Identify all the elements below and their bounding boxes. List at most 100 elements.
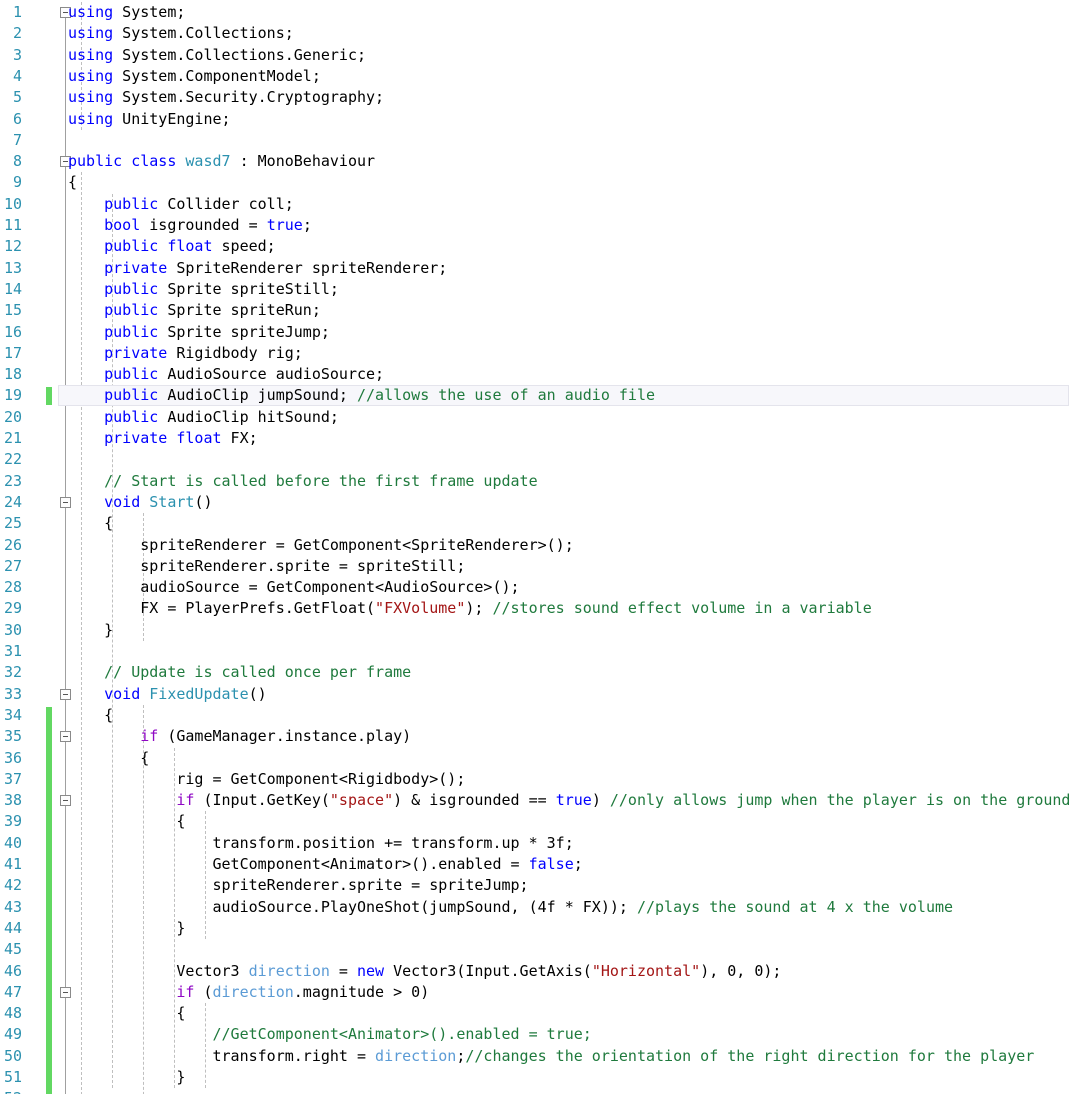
code-line[interactable]: 18 public AudioSource audioSource;	[0, 364, 1069, 385]
code-line[interactable]: 15 public Sprite spriteRun;	[0, 300, 1069, 321]
code-text[interactable]: public AudioClip jumpSound; //allows the…	[68, 385, 655, 406]
code-text[interactable]: // Update is called once per frame	[68, 662, 411, 683]
code-text[interactable]: GetComponent<Animator>().enabled = false…	[68, 854, 582, 875]
code-line[interactable]: 35 if (GameManager.instance.play)	[0, 726, 1069, 747]
code-line[interactable]: 52	[0, 1088, 1069, 1094]
code-line[interactable]: 48 {	[0, 1003, 1069, 1024]
code-text[interactable]: }	[68, 620, 113, 641]
code-text[interactable]: public Collider coll;	[68, 194, 294, 215]
code-text[interactable]: using System.ComponentModel;	[68, 66, 321, 87]
code-line[interactable]: 31	[0, 641, 1069, 662]
code-line[interactable]: 42 spriteRenderer.sprite = spriteJump;	[0, 875, 1069, 896]
code-text[interactable]: {	[68, 705, 113, 726]
code-text[interactable]: rig = GetComponent<Rigidbody>();	[68, 769, 465, 790]
code-text[interactable]: if (Input.GetKey("space") & isgrounded =…	[68, 790, 1069, 811]
code-text[interactable]: bool isgrounded = true;	[68, 215, 312, 236]
code-line[interactable]: 40 transform.position += transform.up * …	[0, 833, 1069, 854]
code-line[interactable]: 30 }	[0, 620, 1069, 641]
code-text[interactable]: {	[68, 513, 113, 534]
code-line[interactable]: 51 }	[0, 1067, 1069, 1088]
code-line[interactable]: 44 }	[0, 918, 1069, 939]
code-text[interactable]: public Sprite spriteStill;	[68, 279, 339, 300]
code-text[interactable]: spriteRenderer = GetComponent<SpriteRend…	[68, 535, 574, 556]
code-text[interactable]: //GetComponent<Animator>().enabled = tru…	[68, 1024, 592, 1045]
code-line[interactable]: 10 public Collider coll;	[0, 194, 1069, 215]
code-line[interactable]: 20 public AudioClip hitSound;	[0, 407, 1069, 428]
code-text[interactable]: {	[68, 1003, 185, 1024]
code-text[interactable]: using System.Security.Cryptography;	[68, 87, 384, 108]
code-line[interactable]: 27 spriteRenderer.sprite = spriteStill;	[0, 556, 1069, 577]
code-line[interactable]: 4 using System.ComponentModel;	[0, 66, 1069, 87]
code-line[interactable]: 22	[0, 449, 1069, 470]
code-line[interactable]: 16 public Sprite spriteJump;	[0, 322, 1069, 343]
code-text[interactable]: FX = PlayerPrefs.GetFloat("FXVolume"); /…	[68, 598, 872, 619]
code-text[interactable]: using System.Collections;	[68, 23, 294, 44]
code-line[interactable]: 9{	[0, 172, 1069, 193]
code-line[interactable]: 45	[0, 939, 1069, 960]
code-line[interactable]: 46 Vector3 direction = new Vector3(Input…	[0, 961, 1069, 982]
code-line[interactable]: 1 using System;	[0, 2, 1069, 23]
code-line[interactable]: 29 FX = PlayerPrefs.GetFloat("FXVolume")…	[0, 598, 1069, 619]
code-line[interactable]: 41 GetComponent<Animator>().enabled = fa…	[0, 854, 1069, 875]
code-line[interactable]: 33 void FixedUpdate()	[0, 684, 1069, 705]
code-line[interactable]: 38 if (Input.GetKey("space") & isgrounde…	[0, 790, 1069, 811]
code-line[interactable]: 2 using System.Collections;	[0, 23, 1069, 44]
code-text[interactable]: using UnityEngine;	[68, 109, 231, 130]
code-text[interactable]: // Start is called before the first fram…	[68, 471, 537, 492]
code-line[interactable]: 12 public float speed;	[0, 236, 1069, 257]
code-line[interactable]: 47 if (direction.magnitude > 0)	[0, 982, 1069, 1003]
code-text[interactable]: using System;	[68, 2, 185, 23]
code-text[interactable]: public AudioSource audioSource;	[68, 364, 384, 385]
code-line[interactable]: 39 {	[0, 811, 1069, 832]
code-line[interactable]: 17 private Rigidbody rig;	[0, 343, 1069, 364]
code-text[interactable]: }	[68, 1067, 185, 1088]
code-text[interactable]: void FixedUpdate()	[68, 684, 267, 705]
code-text[interactable]: audioSource = GetComponent<AudioSource>(…	[68, 577, 519, 598]
code-text[interactable]: {	[68, 748, 149, 769]
code-text[interactable]: public Sprite spriteJump;	[68, 322, 330, 343]
code-line[interactable]: 28 audioSource = GetComponent<AudioSourc…	[0, 577, 1069, 598]
code-line[interactable]: 8 public class wasd7 : MonoBehaviour	[0, 151, 1069, 172]
code-text[interactable]: public float speed;	[68, 236, 276, 257]
code-text[interactable]: audioSource.PlayOneShot(jumpSound, (4f *…	[68, 897, 953, 918]
code-line[interactable]: 24 void Start()	[0, 492, 1069, 513]
code-line[interactable]: 36 {	[0, 748, 1069, 769]
code-line[interactable]: 34 {	[0, 705, 1069, 726]
code-line[interactable]: 43 audioSource.PlayOneShot(jumpSound, (4…	[0, 897, 1069, 918]
code-text[interactable]: if (GameManager.instance.play)	[68, 726, 411, 747]
code-text[interactable]: private float FX;	[68, 428, 258, 449]
code-text[interactable]: if (direction.magnitude > 0)	[68, 982, 429, 1003]
code-line[interactable]: 32 // Update is called once per frame	[0, 662, 1069, 683]
code-line[interactable]: 37 rig = GetComponent<Rigidbody>();	[0, 769, 1069, 790]
code-line[interactable]: 13 private SpriteRenderer spriteRenderer…	[0, 258, 1069, 279]
code-text[interactable]: public class wasd7 : MonoBehaviour	[68, 151, 375, 172]
code-line[interactable]: 21 private float FX;	[0, 428, 1069, 449]
code-text[interactable]: transform.right = direction;//changes th…	[68, 1046, 1034, 1067]
code-line[interactable]: 23 // Start is called before the first f…	[0, 471, 1069, 492]
code-line[interactable]: 19 public AudioClip jumpSound; //allows …	[0, 385, 1069, 406]
code-text[interactable]: Vector3 direction = new Vector3(Input.Ge…	[68, 961, 781, 982]
code-text[interactable]: using System.Collections.Generic;	[68, 45, 366, 66]
code-line[interactable]: 7	[0, 130, 1069, 151]
code-editor-surface[interactable]: 1 using System; 2 using System.Collections;…	[0, 0, 1069, 1094]
code-line[interactable]: 50 transform.right = direction;//changes…	[0, 1046, 1069, 1067]
code-text[interactable]: void Start()	[68, 492, 212, 513]
code-text[interactable]: {	[68, 172, 77, 193]
code-text[interactable]: public AudioClip hitSound;	[68, 407, 339, 428]
code-line[interactable]: 26 spriteRenderer = GetComponent<SpriteR…	[0, 535, 1069, 556]
code-text[interactable]: public Sprite spriteRun;	[68, 300, 321, 321]
code-line[interactable]: 49 //GetComponent<Animator>().enabled = …	[0, 1024, 1069, 1045]
code-text[interactable]: private Rigidbody rig;	[68, 343, 303, 364]
code-text[interactable]: spriteRenderer.sprite = spriteJump;	[68, 875, 528, 896]
code-text[interactable]: {	[68, 811, 185, 832]
code-text[interactable]: private SpriteRenderer spriteRenderer;	[68, 258, 447, 279]
code-text[interactable]: spriteRenderer.sprite = spriteStill;	[68, 556, 465, 577]
code-line[interactable]: 3 using System.Collections.Generic;	[0, 45, 1069, 66]
code-line[interactable]: 25 {	[0, 513, 1069, 534]
code-text[interactable]: }	[68, 918, 185, 939]
code-line[interactable]: 11 bool isgrounded = true;	[0, 215, 1069, 236]
code-text[interactable]: transform.position += transform.up * 3f;	[68, 833, 573, 854]
code-line[interactable]: 5 using System.Security.Cryptography;	[0, 87, 1069, 108]
code-line[interactable]: 6 using UnityEngine;	[0, 109, 1069, 130]
code-line[interactable]: 14 public Sprite spriteStill;	[0, 279, 1069, 300]
